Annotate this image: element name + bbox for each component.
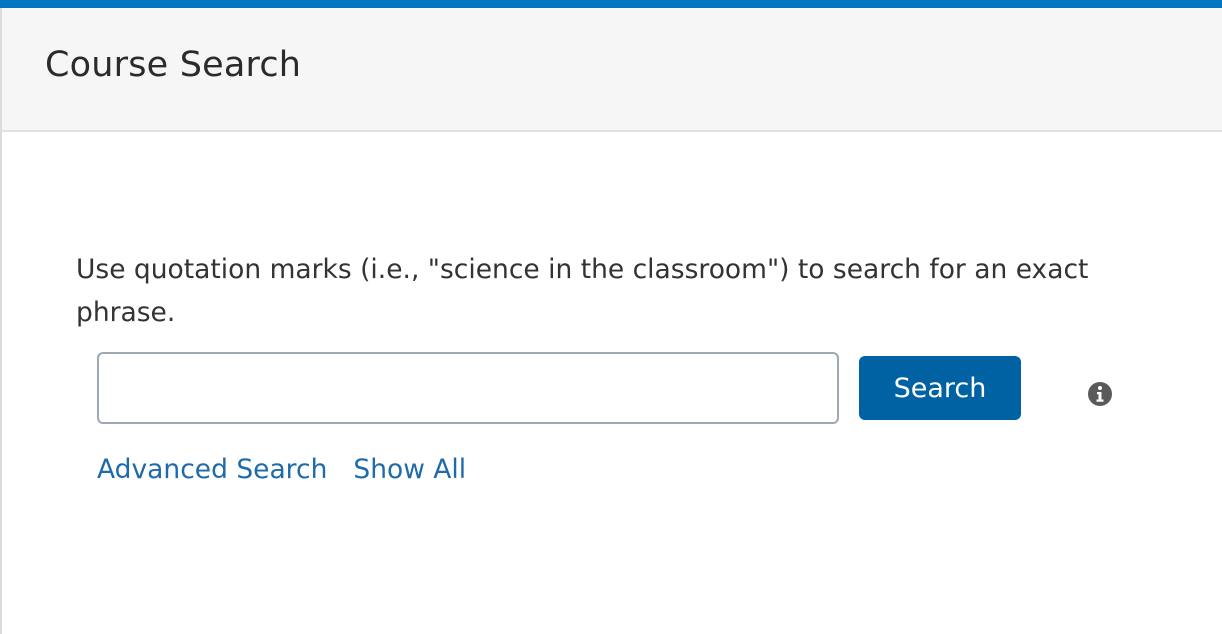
- search-button[interactable]: Search: [859, 356, 1021, 420]
- info-icon[interactable]: [1087, 381, 1113, 407]
- show-all-link[interactable]: Show All: [353, 454, 466, 485]
- advanced-search-link[interactable]: Advanced Search: [97, 454, 327, 485]
- top-accent-bar: [0, 0, 1222, 8]
- search-links: Advanced Search Show All: [97, 450, 466, 490]
- search-hint: Use quotation marks (i.e., "science in t…: [76, 254, 1089, 328]
- search-input[interactable]: [97, 352, 839, 424]
- page-title: Course Search: [45, 45, 302, 85]
- page-header: Course Search: [2, 8, 1222, 132]
- course-search-page: Course Search Use quotation marks (i.e.,…: [0, 0, 1222, 634]
